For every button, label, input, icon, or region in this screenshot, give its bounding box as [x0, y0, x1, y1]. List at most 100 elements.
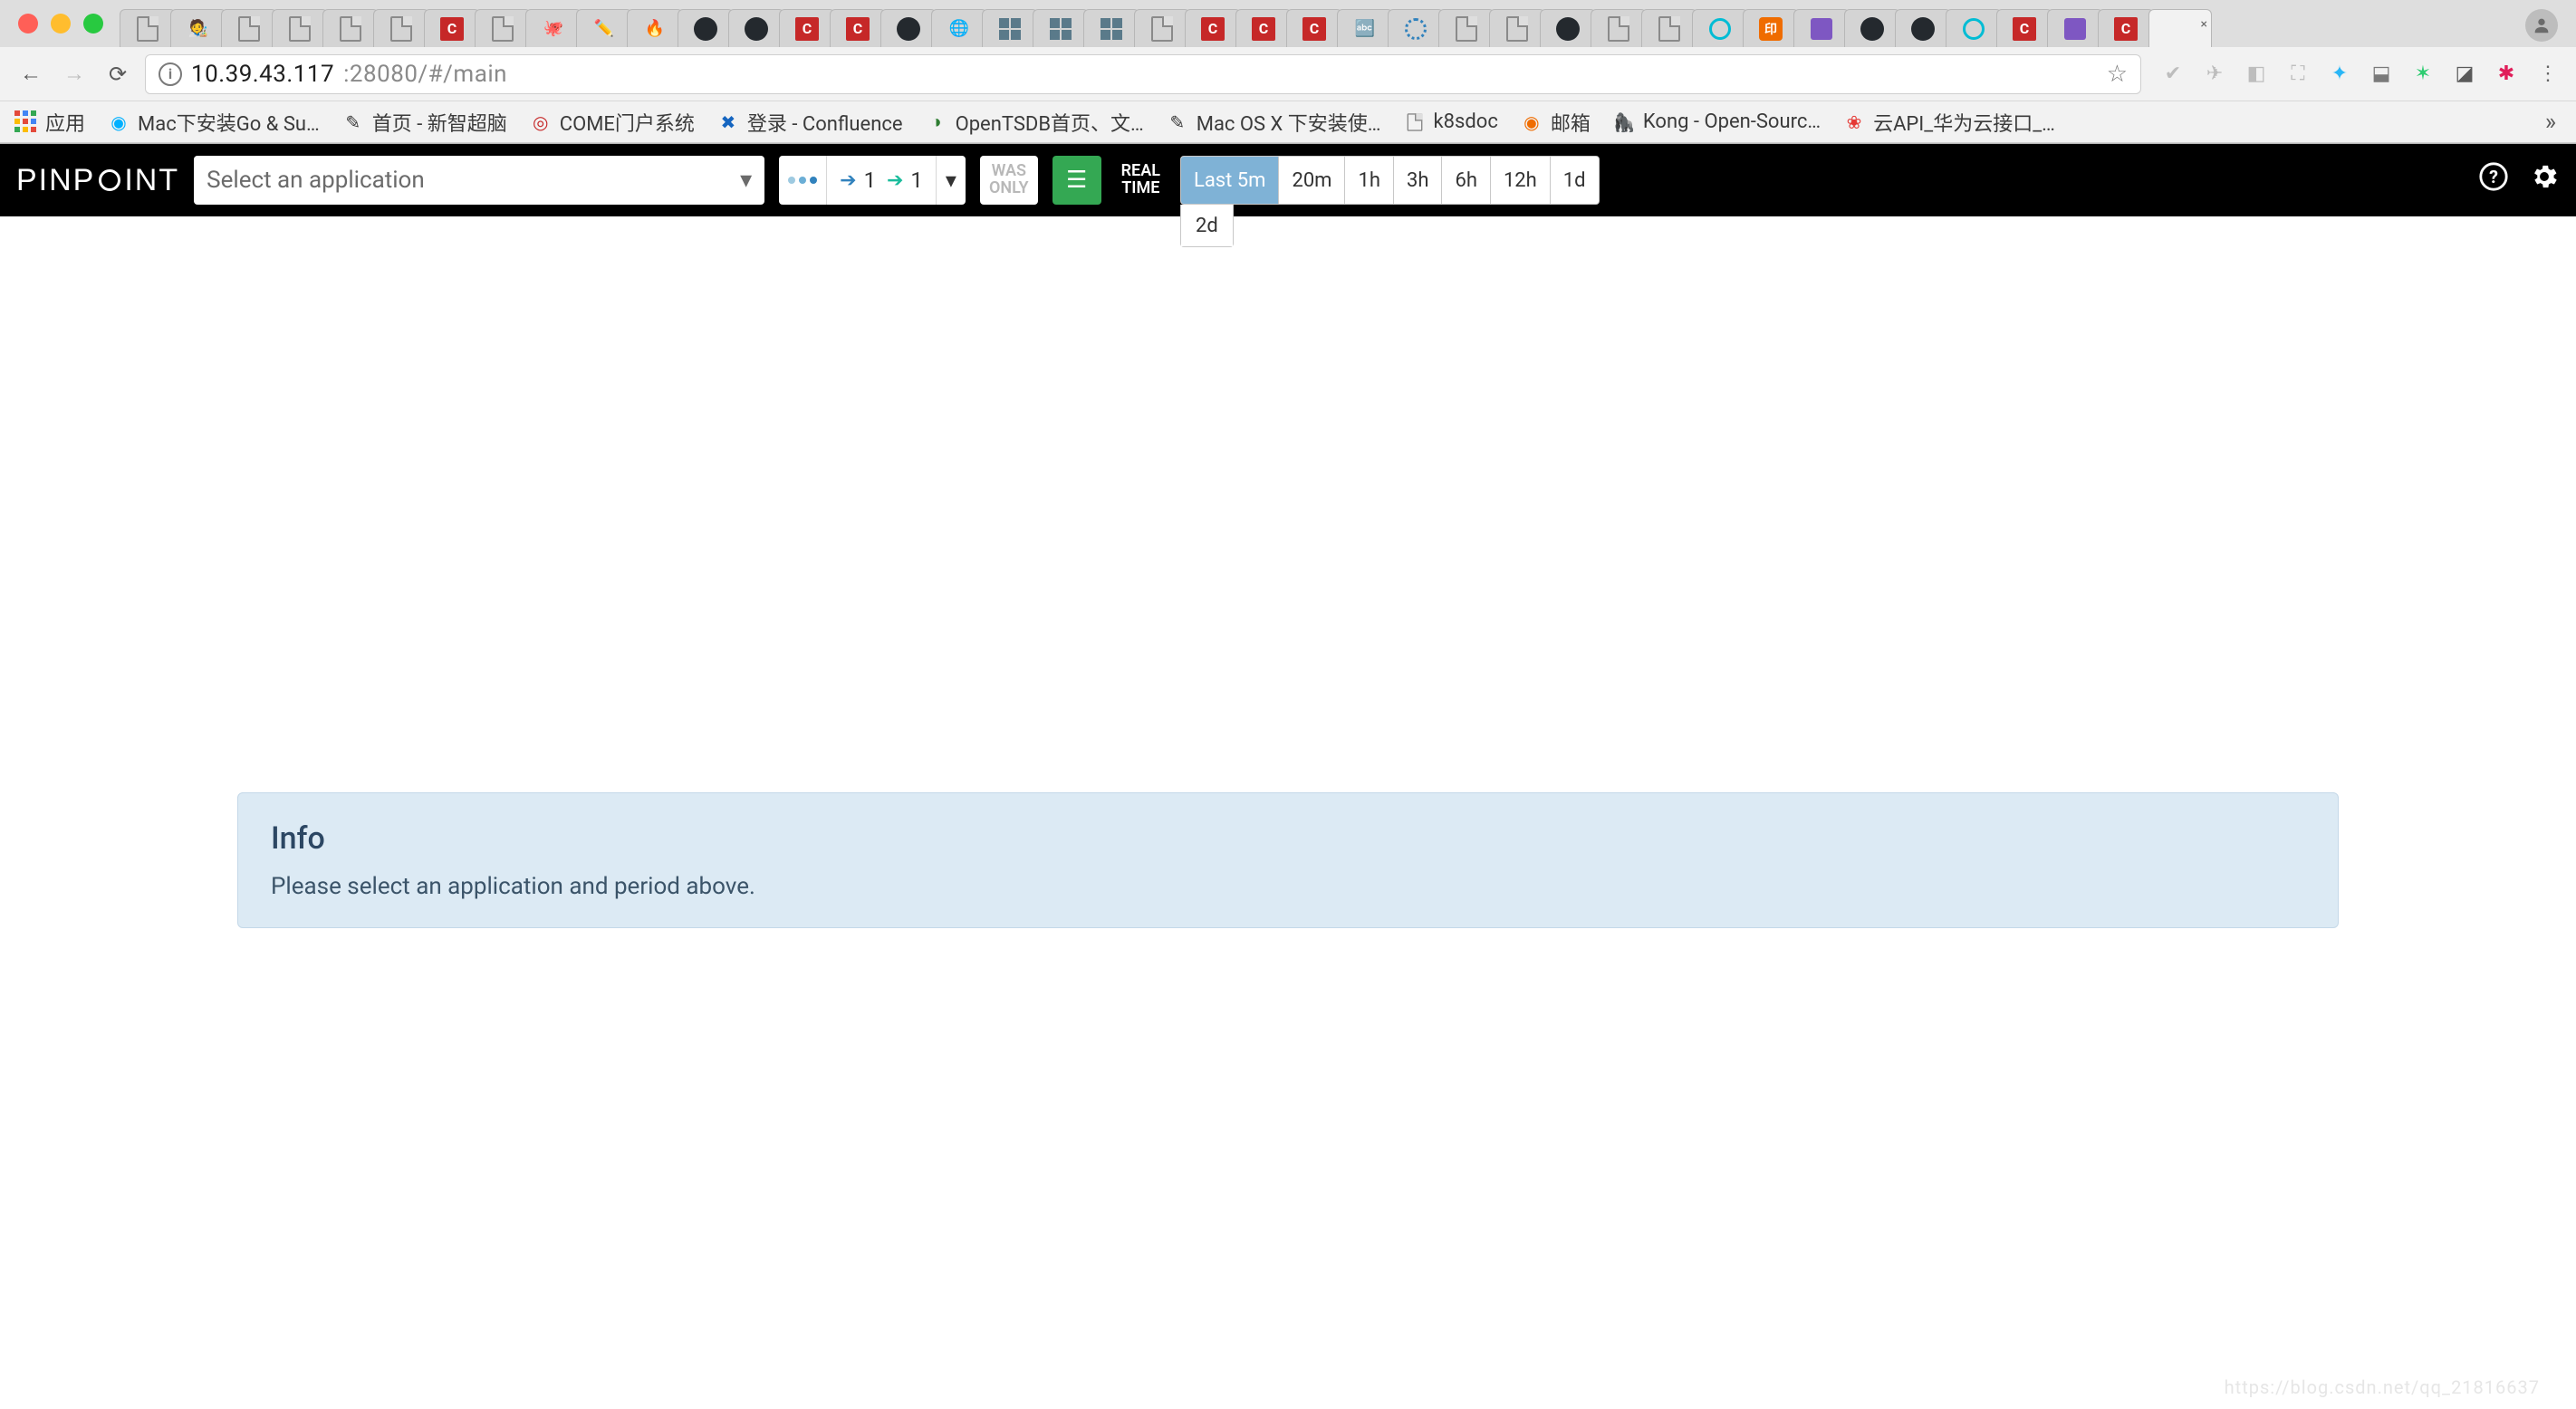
browser-tab[interactable]	[373, 9, 429, 47]
browser-tab[interactable]: 🌐	[931, 9, 987, 47]
bookmark-item[interactable]: ◉Mac下安装Go & Su…	[107, 108, 320, 137]
browser-tab[interactable]	[1844, 9, 1900, 47]
time-range-option[interactable]: 12h	[1491, 157, 1551, 204]
browser-tab[interactable]	[678, 9, 734, 47]
help-icon[interactable]: ?	[2478, 161, 2509, 200]
browser-tab[interactable]	[1692, 9, 1748, 47]
apps-shortcut[interactable]: 应用	[14, 108, 85, 137]
realtime-label[interactable]: REAL TIME	[1116, 156, 1166, 205]
browser-tab[interactable]	[2047, 9, 2103, 47]
favicon-icon: C	[846, 17, 870, 41]
forward-button[interactable]: →	[58, 58, 91, 91]
reload-button[interactable]: ⟳	[101, 58, 134, 91]
ext-icon[interactable]: ◧	[2243, 61, 2270, 88]
bookmark-item[interactable]: ✖登录 - Confluence	[716, 108, 903, 137]
window-controls	[11, 9, 120, 47]
was-only-toggle[interactable]: WAS ONLY	[980, 156, 1038, 205]
call-count-dropdown[interactable]: ▾	[937, 156, 966, 205]
bookmark-overflow[interactable]: »	[2540, 109, 2562, 136]
browser-tab[interactable]	[120, 9, 176, 47]
bookmark-item[interactable]: ✎首页 - 新智超脑	[341, 108, 507, 137]
document-icon	[238, 16, 260, 42]
browser-tab[interactable]: C	[1286, 9, 1342, 47]
window-close[interactable]	[18, 14, 38, 34]
list-icon: ☰	[1066, 167, 1087, 194]
site-info-icon[interactable]: i	[159, 62, 182, 86]
browser-tab[interactable]: C	[1996, 9, 2052, 47]
browser-tab[interactable]: 🐙	[525, 9, 582, 47]
browser-tab[interactable]: C	[830, 9, 886, 47]
document-icon	[390, 16, 412, 42]
ext-icon[interactable]: ✱	[2493, 61, 2520, 88]
time-range-option[interactable]: 3h	[1394, 157, 1442, 204]
browser-tab[interactable]	[1438, 9, 1495, 47]
bookmark-label: 登录 - Confluence	[747, 108, 903, 137]
ext-icon[interactable]: ✔	[2159, 61, 2187, 88]
browser-tab[interactable]	[1895, 9, 1951, 47]
window-minimize[interactable]	[51, 14, 71, 34]
browser-tab[interactable]: C	[2098, 9, 2154, 47]
time-range-option[interactable]: 1h	[1345, 157, 1393, 204]
settings-gear-icon[interactable]	[2529, 161, 2560, 200]
browser-tab-active[interactable]: ×	[2148, 9, 2212, 47]
ext-icon[interactable]: ⬓	[2368, 61, 2395, 88]
bookmark-item[interactable]: ✎Mac OS X 下安装使…	[1166, 108, 1381, 137]
browser-tab[interactable]: 🔥	[627, 9, 683, 47]
browser-tab[interactable]	[1793, 9, 1850, 47]
browser-tab[interactable]	[880, 9, 937, 47]
time-range-option[interactable]: 20m	[1279, 157, 1345, 204]
ext-icon[interactable]: ⛶	[2284, 61, 2312, 88]
time-range-option[interactable]: Last 5m	[1181, 157, 1279, 204]
info-body: Please select an application and period …	[271, 873, 2305, 900]
browser-tab[interactable]	[728, 9, 784, 47]
extensions-icon[interactable]: ✶	[2409, 61, 2437, 88]
browser-tab[interactable]	[1540, 9, 1596, 47]
window-maximize[interactable]	[83, 14, 103, 34]
browser-tab[interactable]: C	[424, 9, 480, 47]
browser-tab[interactable]	[1134, 9, 1190, 47]
browser-tab[interactable]	[1641, 9, 1697, 47]
browser-menu-icon[interactable]: ⋮	[2534, 61, 2562, 88]
bookmark-item[interactable]: k8sdoc	[1403, 110, 1498, 134]
call-count-control: ➔1 ➔1 ▾	[779, 156, 966, 205]
browser-tab[interactable]	[1033, 9, 1089, 47]
bidirectional-toggle[interactable]	[779, 156, 827, 205]
browser-tab[interactable]	[1083, 9, 1139, 47]
browser-tab[interactable]	[1388, 9, 1444, 47]
ext-icon[interactable]: ✈	[2201, 61, 2228, 88]
browser-tab[interactable]: C	[779, 9, 835, 47]
application-select[interactable]: Select an application ▾	[194, 156, 764, 205]
inbound-count[interactable]: ➔1 ➔1	[827, 156, 937, 205]
profile-avatar[interactable]	[2525, 9, 2558, 42]
pinpoint-logo[interactable]: PINPINT	[16, 163, 179, 198]
time-range-option[interactable]: 6h	[1442, 157, 1490, 204]
browser-tab[interactable]: C	[1235, 9, 1292, 47]
back-button[interactable]: ←	[14, 58, 47, 91]
time-range-option[interactable]: 2d	[1181, 205, 1233, 246]
browser-tab[interactable]: C	[1185, 9, 1241, 47]
browser-tab[interactable]: ✏️	[576, 9, 632, 47]
bookmark-item[interactable]: ❀云API_华为云接口_…	[1842, 108, 2055, 137]
browser-tab[interactable]: 印	[1743, 9, 1799, 47]
browser-tab[interactable]	[322, 9, 379, 47]
omnibox[interactable]: i 10.39.43.117:28080/#/main ☆	[145, 54, 2141, 94]
ext-icon[interactable]: ◪	[2451, 61, 2478, 88]
browser-tab[interactable]	[982, 9, 1038, 47]
browser-tab[interactable]	[1946, 9, 2002, 47]
browser-tab[interactable]	[1489, 9, 1545, 47]
bookmark-item[interactable]: ◑OpenTSDB首页、文…	[925, 108, 1144, 137]
bookmark-item[interactable]: ◎COME门户系统	[529, 108, 695, 137]
bookmark-item[interactable]: ◉邮箱	[1520, 108, 1591, 137]
close-icon[interactable]: ×	[2201, 17, 2207, 32]
browser-tab[interactable]	[1591, 9, 1647, 47]
browser-tab[interactable]	[475, 9, 531, 47]
ext-icon[interactable]: ✦	[2326, 61, 2353, 88]
browser-tab[interactable]: 🔤	[1337, 9, 1393, 47]
bookmark-item[interactable]: 🦍Kong - Open-Sourc…	[1612, 110, 1821, 134]
browser-tab[interactable]: 🧑‍🎨	[170, 9, 226, 47]
time-range-option[interactable]: 1d	[1551, 157, 1599, 204]
browser-tab[interactable]	[272, 9, 328, 47]
server-map-list-toggle[interactable]: ☰	[1053, 156, 1101, 205]
browser-tab[interactable]	[221, 9, 277, 47]
bookmark-star-icon[interactable]: ☆	[2107, 61, 2128, 88]
